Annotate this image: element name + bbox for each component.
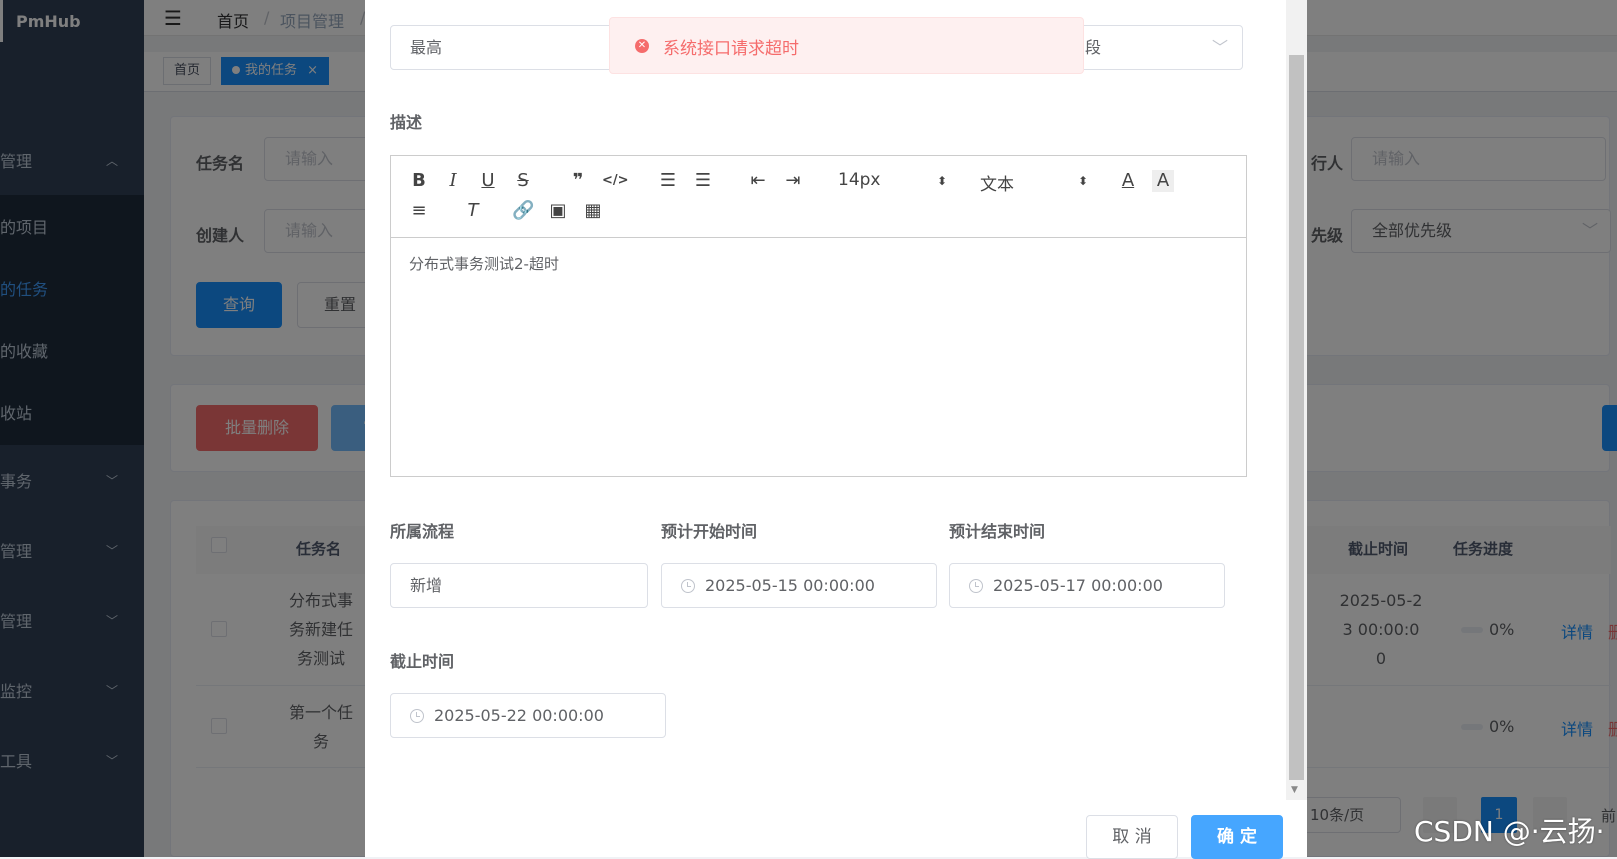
error-message-text: 系统接口请求超时 <box>663 39 799 59</box>
video-icon[interactable]: ▦ <box>582 200 604 222</box>
background-color-icon[interactable]: A <box>1152 170 1174 192</box>
image-icon[interactable]: ▣ <box>547 200 569 222</box>
link-icon[interactable]: 🔗 <box>512 200 534 222</box>
paragraph-select[interactable]: 文本 <box>980 170 1014 195</box>
priority-value: 最高 <box>410 38 443 57</box>
italic-icon[interactable]: I <box>442 170 464 192</box>
ordered-list-icon[interactable]: ☰ <box>657 170 679 192</box>
scroll-down-arrow-icon[interactable]: ▼ <box>1291 785 1298 795</box>
clock-icon <box>969 578 983 593</box>
editor-toolbar: B I U S ❞ </> ☰ ☰ ⇤ ⇥ 14px ⬍ 文本 ⬍ A A ≡ … <box>391 156 1246 238</box>
end-time-label: 预计结束时间 <box>949 522 1046 541</box>
code-icon[interactable]: </> <box>602 170 629 192</box>
confirm-button[interactable]: 确 定 <box>1191 815 1283 859</box>
watermark: CSDN @·云扬· <box>1414 815 1605 848</box>
priority-select[interactable]: 最高 <box>390 25 640 70</box>
deadline-label: 截止时间 <box>390 652 455 671</box>
clock-icon <box>410 708 424 723</box>
start-time-picker[interactable]: 2025-05-15 00:00:00 <box>661 563 937 608</box>
flow-value: 新增 <box>410 576 443 595</box>
error-message-toast: ✕ 系统接口请求超时 <box>609 17 1084 74</box>
outdent-icon[interactable]: ⇤ <box>747 170 769 192</box>
stage-select[interactable]: 段 ﹀ <box>1065 25 1243 70</box>
error-circle-icon: ✕ <box>635 39 649 53</box>
deadline-picker[interactable]: 2025-05-22 00:00:00 <box>390 693 666 738</box>
font-color-icon[interactable]: A <box>1117 170 1139 192</box>
clear-format-icon[interactable]: T <box>462 200 484 222</box>
flow-label: 所属流程 <box>390 522 455 541</box>
bullet-list-icon[interactable]: ☰ <box>692 170 714 192</box>
sort-icon: ⬍ <box>1077 174 1089 188</box>
start-time-label: 预计开始时间 <box>661 522 758 541</box>
scrollbar-thumb[interactable] <box>1289 55 1304 780</box>
end-time-value: 2025-05-17 00:00:00 <box>993 576 1163 595</box>
flow-input[interactable]: 新增 <box>390 563 648 608</box>
end-time-picker[interactable]: 2025-05-17 00:00:00 <box>949 563 1225 608</box>
sort-icon: ⬍ <box>936 174 948 188</box>
deadline-value: 2025-05-22 00:00:00 <box>434 706 604 725</box>
start-time-value: 2025-05-15 00:00:00 <box>705 576 875 595</box>
chevron-down-icon: ﹀ <box>1211 38 1228 57</box>
underline-icon[interactable]: U <box>477 170 499 192</box>
strikethrough-icon[interactable]: S <box>512 170 534 192</box>
indent-icon[interactable]: ⇥ <box>782 170 804 192</box>
rich-text-editor: B I U S ❞ </> ☰ ☰ ⇤ ⇥ 14px ⬍ 文本 ⬍ A A ≡ … <box>390 155 1247 477</box>
bold-icon[interactable]: B <box>408 170 430 192</box>
cancel-button[interactable]: 取 消 <box>1086 815 1178 859</box>
dialog-scrollbar[interactable]: ▼ <box>1286 0 1307 800</box>
clock-icon <box>681 578 695 593</box>
description-label: 描述 <box>390 113 423 132</box>
blockquote-icon[interactable]: ❞ <box>567 170 589 192</box>
stage-value: 段 <box>1085 38 1102 57</box>
font-size-select[interactable]: 14px <box>838 170 880 190</box>
align-icon[interactable]: ≡ <box>408 200 430 222</box>
editor-content[interactable]: 分布式事务测试2-超时 <box>409 253 559 274</box>
